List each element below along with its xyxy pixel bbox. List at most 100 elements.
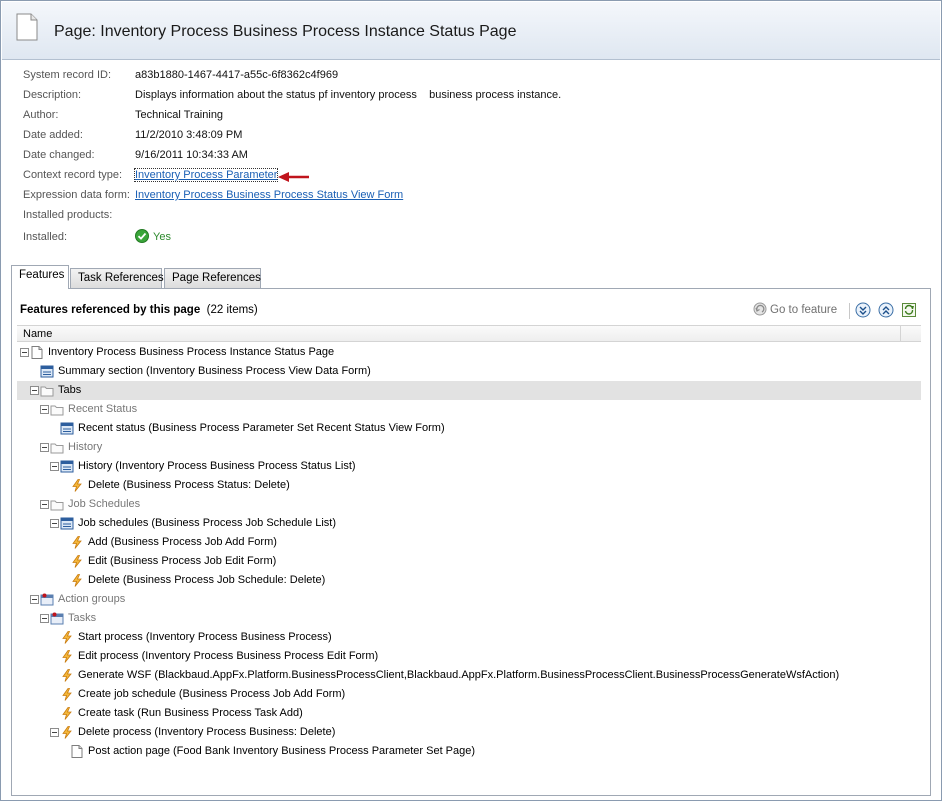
prop-value: Technical Training <box>135 109 224 121</box>
tree-row[interactable]: Delete process (Inventory Process Busine… <box>17 723 907 742</box>
tree-row-label: Create job schedule (Business Process Jo… <box>78 688 346 700</box>
tree-row-label: History (Inventory Process Business Proc… <box>78 460 356 472</box>
tree-row[interactable]: History <box>17 438 907 457</box>
tree-row[interactable]: Create job schedule (Business Process Jo… <box>17 685 907 704</box>
collapse-toggle-icon[interactable] <box>50 462 59 471</box>
tab-task-references[interactable]: Task References <box>70 268 164 288</box>
tree-row[interactable]: Post action page (Food Bank Inventory Bu… <box>17 742 907 761</box>
lightning-icon <box>62 669 72 682</box>
tree-row[interactable]: Create task (Run Business Process Task A… <box>17 704 907 723</box>
prop-label: System record ID: <box>23 69 112 81</box>
collapse-all-icon[interactable] <box>878 302 894 318</box>
tree-row-label: Generate WSF (Blackbaud.AppFx.Platform.B… <box>78 669 840 681</box>
tab-features[interactable]: Features <box>11 265 69 289</box>
tree-row-label: Delete (Business Process Job Schedule: D… <box>88 574 326 586</box>
go-to-feature-icon <box>753 302 767 316</box>
expand-all-icon[interactable] <box>855 302 871 318</box>
collapse-toggle-icon[interactable] <box>20 348 29 357</box>
tree-row[interactable]: Edit process (Inventory Process Business… <box>17 647 907 666</box>
collapse-toggle-icon[interactable] <box>40 614 49 623</box>
prop-context-record-type: Context record type: Inventory Process P… <box>23 168 423 185</box>
tree-row-label: Edit (Business Process Job Edit Form) <box>88 555 277 567</box>
prop-value: 11/2/2010 3:48:09 PM <box>135 129 243 141</box>
page-title: Page: Inventory Process Business Process… <box>54 23 517 40</box>
tree-row[interactable]: Tabs <box>17 381 921 400</box>
lightning-icon <box>62 631 72 644</box>
collapse-toggle-icon[interactable] <box>50 728 59 737</box>
lightning-icon <box>72 536 82 549</box>
prop-label: Date changed: <box>23 149 95 161</box>
collapse-toggle-icon[interactable] <box>40 405 49 414</box>
page-icon <box>16 13 38 41</box>
features-title: Features referenced by this page (22 ite… <box>20 304 258 316</box>
expression-data-form-link[interactable]: Inventory Process Business Process Statu… <box>135 189 403 201</box>
action-group-icon <box>40 593 54 606</box>
tree-row[interactable]: History (Inventory Process Business Proc… <box>17 457 907 476</box>
tree-row[interactable]: Delete (Business Process Status: Delete) <box>17 476 907 495</box>
lightning-icon <box>72 555 82 568</box>
tree-row-label: Job Schedules <box>68 498 141 510</box>
form-icon <box>60 517 74 530</box>
lightning-icon <box>62 650 72 663</box>
tree-row-label: History <box>68 441 103 453</box>
form-icon <box>60 460 74 473</box>
tree-row-label: Edit process (Inventory Process Business… <box>78 650 379 662</box>
features-count: (22 items) <box>206 304 258 316</box>
tree-row-label: Tasks <box>68 612 97 624</box>
tree-row[interactable]: Recent Status <box>17 400 907 419</box>
tree-row-label: Action groups <box>58 593 126 605</box>
folder-icon <box>40 386 54 397</box>
tree-row-label: Start process (Inventory Process Busines… <box>78 631 332 643</box>
prop-value: Displays information about the status pf… <box>135 89 562 101</box>
prop-label: Installed: <box>23 231 68 243</box>
tree-row-label: Inventory Process Business Process Insta… <box>48 346 335 358</box>
tree-row-label: Summary section (Inventory Business Proc… <box>58 365 371 377</box>
go-to-feature-button[interactable]: Go to feature <box>753 302 837 316</box>
tree-row[interactable]: Edit (Business Process Job Edit Form) <box>17 552 907 571</box>
tab-page-references[interactable]: Page References <box>164 268 261 288</box>
page-icon <box>31 346 43 359</box>
tree-row-label: Delete (Business Process Status: Delete) <box>88 479 290 491</box>
prop-label: Author: <box>23 109 59 121</box>
tree-row[interactable]: Generate WSF (Blackbaud.AppFx.Platform.B… <box>17 666 907 685</box>
tree-row-label: Add (Business Process Job Add Form) <box>88 536 277 548</box>
tree-row-label: Recent Status <box>68 403 138 415</box>
prop-label: Expression data form: <box>23 189 130 201</box>
collapse-toggle-icon[interactable] <box>40 500 49 509</box>
tree-row[interactable]: Add (Business Process Job Add Form) <box>17 533 907 552</box>
tree-row-label: Recent status (Business Process Paramete… <box>78 422 445 434</box>
tree-row[interactable]: Job Schedules <box>17 495 907 514</box>
prop-label: Description: <box>23 89 82 101</box>
collapse-toggle-icon[interactable] <box>50 519 59 528</box>
tree-row[interactable]: Recent status (Business Process Paramete… <box>17 419 907 438</box>
column-name-label: Name <box>23 328 53 340</box>
red-arrow-icon <box>278 172 309 182</box>
lightning-icon <box>62 726 72 739</box>
tree-row[interactable]: Delete (Business Process Job Schedule: D… <box>17 571 907 590</box>
tree-row[interactable]: Start process (Inventory Process Busines… <box>17 628 907 647</box>
tree-row[interactable]: Inventory Process Business Process Insta… <box>17 343 907 362</box>
installed-yes: Yes <box>153 231 171 243</box>
tree-row[interactable]: Action groups <box>17 590 907 609</box>
collapse-toggle-icon[interactable] <box>40 443 49 452</box>
tree-row-label: Create task (Run Business Process Task A… <box>78 707 303 719</box>
column-header-name[interactable]: Name <box>17 325 921 342</box>
go-to-feature-label: Go to feature <box>770 304 838 316</box>
folder-icon <box>50 405 64 416</box>
page-icon <box>71 745 83 758</box>
column-divider <box>900 326 901 342</box>
page-header: Page: Inventory Process Business Process… <box>2 2 940 60</box>
tree-row[interactable]: Tasks <box>17 609 907 628</box>
context-record-type-link[interactable]: Inventory Process Parameter <box>133 168 279 182</box>
refresh-icon[interactable] <box>901 302 917 318</box>
page-window: Page: Inventory Process Business Process… <box>0 0 942 801</box>
installed-status: Yes <box>135 229 171 243</box>
collapse-toggle-icon[interactable] <box>30 595 39 604</box>
features-title-text: Features referenced by this page <box>20 304 201 316</box>
form-icon <box>60 422 74 435</box>
tree-row-label: Tabs <box>58 384 82 396</box>
tree-row-label: Post action page (Food Bank Inventory Bu… <box>88 745 476 757</box>
tree-row[interactable]: Summary section (Inventory Business Proc… <box>17 362 907 381</box>
collapse-toggle-icon[interactable] <box>30 386 39 395</box>
tree-row[interactable]: Job schedules (Business Process Job Sche… <box>17 514 907 533</box>
